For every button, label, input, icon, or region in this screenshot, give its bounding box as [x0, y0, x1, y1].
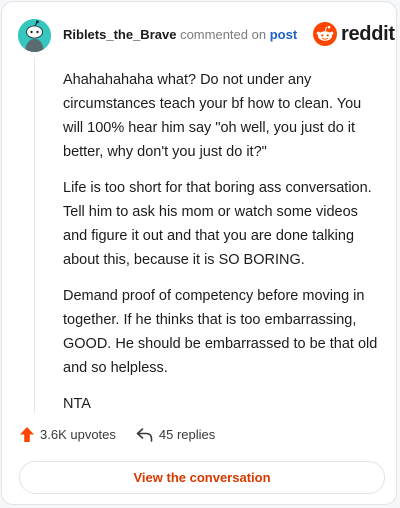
post-link[interactable]: post [270, 27, 297, 42]
view-conversation-button[interactable]: View the conversation [19, 461, 385, 494]
comment-paragraph: Ahahahahaha what? Do not under any circu… [63, 72, 362, 160]
comment-stats: 3.6K upvotes 45 replies [20, 427, 215, 442]
comment-paragraph: Life is too short for that boring ass co… [63, 180, 372, 268]
comment-paragraph: Demand proof of competency before moving… [63, 288, 378, 376]
replies-count: 45 replies [158, 427, 216, 442]
upvote-arrow-icon [20, 427, 34, 442]
reddit-wordmark: reddit [341, 22, 395, 45]
reddit-logo[interactable]: reddit [313, 22, 395, 46]
comment-paragraph: NTA [63, 396, 91, 412]
replies-stat[interactable]: 45 replies [136, 427, 215, 442]
action-text: commented on [180, 27, 267, 42]
comment-header: Riblets_the_Brave commented on post [63, 27, 297, 43]
avatar-icon [18, 19, 51, 52]
username[interactable]: Riblets_the_Brave [63, 27, 176, 42]
reply-arrow-icon [136, 427, 153, 442]
thread-line [34, 58, 35, 413]
reddit-logo-icon [313, 22, 337, 46]
comment-card: Riblets_the_Brave commented on post redd… [1, 1, 397, 505]
upvotes-count: 3.6K upvotes [40, 427, 116, 442]
avatar[interactable] [18, 19, 51, 52]
upvotes-stat[interactable]: 3.6K upvotes [20, 427, 116, 442]
comment-body: Ahahahahaha what? Do not under any circu… [63, 68, 383, 428]
